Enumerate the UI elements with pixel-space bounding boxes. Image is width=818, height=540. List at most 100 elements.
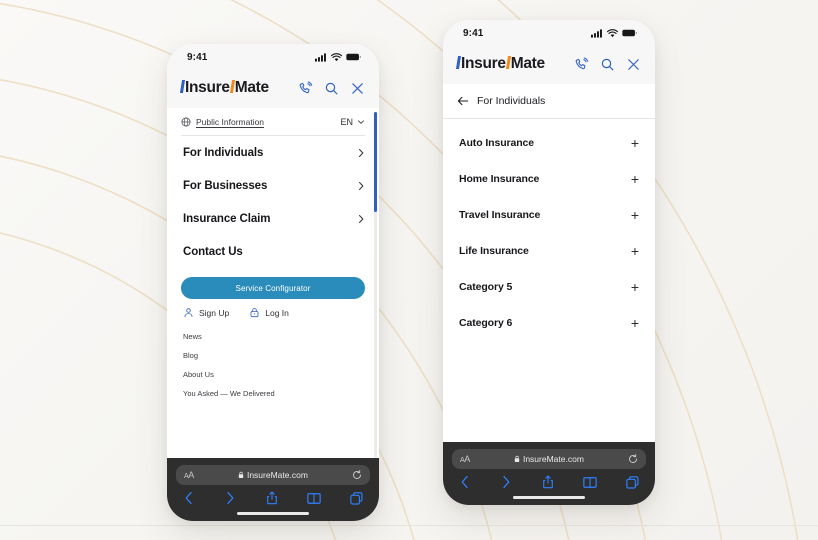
bookmarks-icon[interactable] — [307, 492, 321, 505]
status-bar: 9:41 — [167, 44, 379, 70]
search-icon[interactable] — [600, 57, 615, 72]
phone-call-icon[interactable] — [298, 81, 313, 96]
page-background — [0, 0, 818, 540]
sign-up-label: Sign Up — [199, 307, 230, 318]
lock-icon — [238, 471, 244, 479]
url-display: InsureMate.com — [514, 454, 584, 464]
tabs-icon[interactable] — [626, 475, 639, 489]
forward-icon[interactable] — [224, 491, 236, 505]
phone-right: 9:41 Insure Mate For Individuals Auto In… — [443, 20, 655, 505]
sign-up-link[interactable]: Sign Up — [183, 307, 229, 318]
footer-link-about-us[interactable]: About Us — [181, 365, 365, 384]
public-information-label: Public Information — [196, 117, 265, 127]
service-configurator-button[interactable]: Service Configurator — [181, 277, 365, 299]
search-icon[interactable] — [324, 81, 339, 96]
close-icon[interactable] — [350, 81, 365, 96]
chevron-right-icon — [359, 148, 364, 157]
nav-item-for-individuals[interactable]: For Individuals — [181, 136, 365, 169]
chevron-down-icon — [358, 120, 364, 124]
url-display: InsureMate.com — [238, 470, 308, 480]
chevron-right-icon — [359, 214, 364, 223]
text-size-button[interactable]: AAAA — [184, 470, 194, 480]
text-size-button[interactable]: AA — [460, 454, 470, 464]
expand-icon[interactable]: + — [631, 208, 639, 222]
share-icon[interactable] — [266, 491, 278, 505]
bottom-divider — [0, 525, 818, 526]
auth-row: Sign Up Log In — [181, 299, 365, 325]
share-icon[interactable] — [542, 475, 554, 489]
submenu-title: For Individuals — [477, 95, 546, 107]
language-selector[interactable]: EN — [340, 117, 365, 127]
expand-icon[interactable]: + — [631, 280, 639, 294]
arrow-left-icon[interactable] — [457, 95, 469, 107]
close-icon[interactable] — [626, 57, 641, 72]
site-header: Insure Mate — [167, 70, 379, 108]
cellular-bars-icon — [591, 28, 602, 38]
category-item-category-5[interactable]: Category 5 + — [457, 269, 641, 305]
nav-label: For Businesses — [183, 179, 268, 192]
safari-toolbar: AAAA InsureMate.com — [167, 458, 379, 521]
url-text: InsureMate.com — [246, 470, 308, 480]
wifi-icon — [331, 52, 342, 61]
nav-label: Contact Us — [183, 245, 243, 258]
nav-item-for-businesses[interactable]: For Businesses — [181, 169, 365, 202]
status-time: 9:41 — [463, 27, 484, 39]
phone-right-screen: 9:41 Insure Mate For Individuals Auto In… — [443, 20, 655, 505]
decorative-arcs — [0, 0, 799, 540]
nav-label: For Individuals — [183, 146, 264, 159]
category-item-travel-insurance[interactable]: Travel Insurance + — [457, 197, 641, 233]
expand-icon[interactable]: + — [631, 172, 639, 186]
address-bar[interactable]: AA InsureMate.com — [452, 449, 646, 469]
category-item-home-insurance[interactable]: Home Insurance + — [457, 161, 641, 197]
phone-call-icon[interactable] — [574, 57, 589, 72]
brand-logo[interactable]: Insure Mate — [179, 79, 269, 97]
language-code: EN — [340, 117, 353, 127]
lock-icon — [250, 308, 259, 318]
phone-left-screen: 9:41 Insure Mate Public Information EN F… — [167, 44, 379, 521]
footer-link-news[interactable]: News — [181, 327, 365, 346]
category-label: Auto Insurance — [459, 137, 535, 149]
status-indicators — [591, 28, 637, 38]
footer-links: News Blog About Us You Asked — We Delive… — [181, 325, 365, 403]
category-item-life-insurance[interactable]: Life Insurance + — [457, 233, 641, 269]
reload-icon[interactable] — [628, 454, 638, 464]
expand-icon[interactable]: + — [631, 136, 639, 150]
globe-icon — [181, 117, 191, 127]
footer-link-blog[interactable]: Blog — [181, 346, 365, 365]
header-icon-group — [574, 57, 641, 72]
bookmarks-icon[interactable] — [583, 476, 597, 489]
footer-link-you-asked[interactable]: You Asked — We Delivered — [181, 384, 365, 403]
logo-text-insure: Insure — [461, 55, 506, 72]
nav-item-contact-us[interactable]: Contact Us — [181, 235, 365, 268]
back-icon[interactable] — [459, 475, 471, 489]
phone-left: 9:41 Insure Mate Public Information EN F… — [167, 44, 379, 521]
cta-container: Service Configurator — [181, 268, 365, 299]
status-indicators — [315, 52, 361, 62]
tabs-icon[interactable] — [350, 491, 363, 505]
log-in-link[interactable]: Log In — [249, 307, 289, 318]
forward-icon[interactable] — [500, 475, 512, 489]
battery-icon — [346, 53, 361, 61]
address-bar[interactable]: AAAA InsureMate.com — [176, 465, 370, 485]
expand-icon[interactable]: + — [631, 244, 639, 258]
expand-icon[interactable]: + — [631, 316, 639, 330]
category-item-auto-insurance[interactable]: Auto Insurance + — [457, 125, 641, 161]
category-label: Category 6 — [459, 317, 513, 329]
reload-icon[interactable] — [352, 470, 362, 480]
status-bar: 9:41 — [443, 20, 655, 46]
scrollbar-thumb[interactable] — [374, 112, 377, 212]
battery-icon — [622, 29, 637, 37]
person-icon — [184, 308, 193, 318]
brand-logo[interactable]: Insure Mate — [455, 55, 545, 73]
nav-label: Insurance Claim — [183, 212, 271, 225]
submenu-back-header[interactable]: For Individuals — [443, 84, 655, 118]
category-item-category-6[interactable]: Category 6 + — [457, 305, 641, 341]
public-information-link[interactable]: Public Information — [181, 117, 264, 127]
category-label: Travel Insurance — [459, 209, 541, 221]
nav-item-insurance-claim[interactable]: Insurance Claim — [181, 202, 365, 235]
cellular-bars-icon — [315, 52, 326, 62]
main-menu: Public Information EN For Individuals Fo… — [167, 108, 379, 458]
back-icon[interactable] — [183, 491, 195, 505]
public-information-row: Public Information EN — [181, 108, 365, 135]
log-in-label: Log In — [265, 307, 289, 318]
